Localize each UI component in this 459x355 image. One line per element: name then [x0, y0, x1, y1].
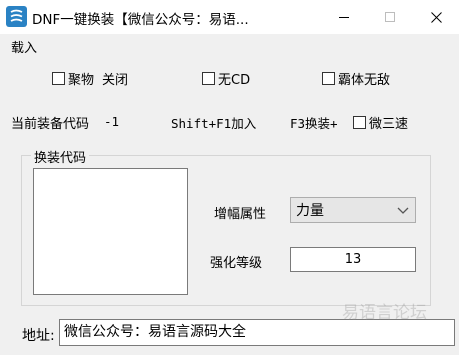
swap-code-textarea[interactable] — [33, 168, 188, 295]
gather-label: 聚物 — [68, 73, 95, 88]
menu-bar: 载入 — [0, 34, 459, 56]
minimize-button[interactable] — [321, 0, 367, 34]
invincible-checkbox[interactable]: 霸体无敌 — [322, 69, 390, 88]
invincible-label: 霸体无敌 — [338, 73, 391, 88]
no-cd-label: 无CD — [218, 73, 251, 88]
current-code-value: -1 — [104, 114, 120, 129]
address-label: 地址: — [22, 328, 55, 344]
current-code-label: 当前装备代码 — [11, 117, 90, 132]
level-label: 强化等级 — [210, 256, 263, 271]
shift-hotkey-label: Shift+F1加入 — [171, 116, 257, 131]
attr-select[interactable]: 力量 — [290, 197, 416, 223]
gather-checkbox[interactable]: 聚物 关闭 — [52, 69, 128, 88]
level-input[interactable]: 13 — [290, 247, 416, 272]
swap-code-group-title: 换装代码 — [31, 147, 90, 166]
no-cd-checkbox[interactable]: 无CD — [202, 69, 250, 88]
close-icon — [430, 11, 442, 23]
attr-label: 增幅属性 — [214, 207, 267, 222]
minimize-icon — [339, 16, 349, 18]
menu-load[interactable]: 载入 — [11, 37, 37, 56]
triple-speed-checkbox[interactable]: 微三速 — [353, 113, 408, 132]
f3-hotkey-label: F3换装+ — [290, 116, 338, 131]
attr-selected-value: 力量 — [296, 203, 324, 219]
maximize-button[interactable] — [367, 0, 413, 34]
window-title: DNF一键换装【微信公众号：易语... — [32, 12, 249, 28]
invincible-checkbox-box[interactable] — [322, 72, 335, 85]
triple-speed-checkbox-box[interactable] — [353, 116, 366, 129]
close-button[interactable] — [413, 0, 459, 34]
gather-state-label: 关闭 — [102, 73, 129, 88]
app-logo-icon — [6, 6, 27, 27]
no-cd-checkbox-box[interactable] — [202, 72, 215, 85]
triple-speed-label: 微三速 — [369, 117, 409, 132]
gather-checkbox-box[interactable] — [52, 72, 65, 85]
chevron-down-icon — [397, 207, 409, 214]
address-input[interactable]: 微信公众号：易语言源码大全 — [59, 319, 455, 346]
title-bar: DNF一键换装【微信公众号：易语... — [0, 0, 459, 34]
maximize-icon — [385, 12, 395, 22]
